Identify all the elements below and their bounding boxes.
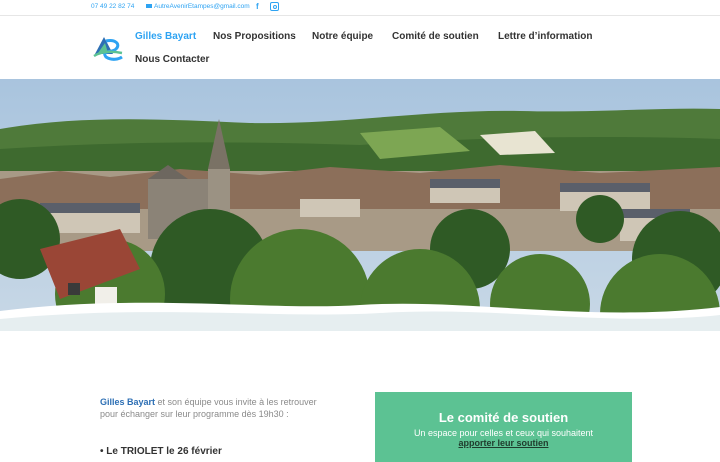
instagram-icon[interactable]	[270, 2, 279, 11]
nav-item-nous-contacter[interactable]: Nous Contacter	[135, 54, 209, 65]
nav-item-comite-de-soutien[interactable]: Comité de soutien	[392, 31, 479, 42]
nav-item-lettre-information[interactable]: Lettre d’information	[498, 31, 592, 42]
facebook-icon[interactable]: f	[256, 2, 259, 11]
site-logo[interactable]	[92, 34, 124, 62]
hero-image	[0, 79, 720, 331]
main-content: Gilles Bayart et son équipe vous invite …	[0, 331, 720, 462]
email-link[interactable]: AutreAvenirEtampes@gmail.com	[146, 3, 250, 10]
site-header: Gilles Bayart Nos Propositions Notre équ…	[0, 15, 720, 80]
card-link[interactable]: apporter leur soutien	[375, 438, 632, 448]
top-bar: 07 49 22 82 74 AutreAvenirEtampes@gmail.…	[0, 0, 720, 15]
card-title: Le comité de soutien	[438, 410, 569, 425]
support-committee-card[interactable]: Le comité de soutien Un espace pour cell…	[375, 392, 632, 462]
phone-number[interactable]: 07 49 22 82 74	[91, 3, 134, 10]
nav-item-notre-equipe[interactable]: Notre équipe	[312, 31, 373, 42]
email-text: AutreAvenirEtampes@gmail.com	[154, 3, 250, 10]
intro-text: Gilles Bayart et son équipe vous invite …	[100, 397, 336, 457]
envelope-icon	[146, 4, 152, 9]
nav-item-nos-propositions[interactable]: Nos Propositions	[213, 31, 296, 42]
card-subtitle: Un espace pour celles et ceux qui souhai…	[413, 428, 594, 438]
hero-town-illustration	[0, 79, 720, 331]
event-item: • Le TRIOLET le 26 février	[100, 446, 222, 457]
intro-name: Gilles Bayart	[100, 397, 156, 407]
nav-item-gilles-bayart[interactable]: Gilles Bayart	[135, 31, 196, 42]
